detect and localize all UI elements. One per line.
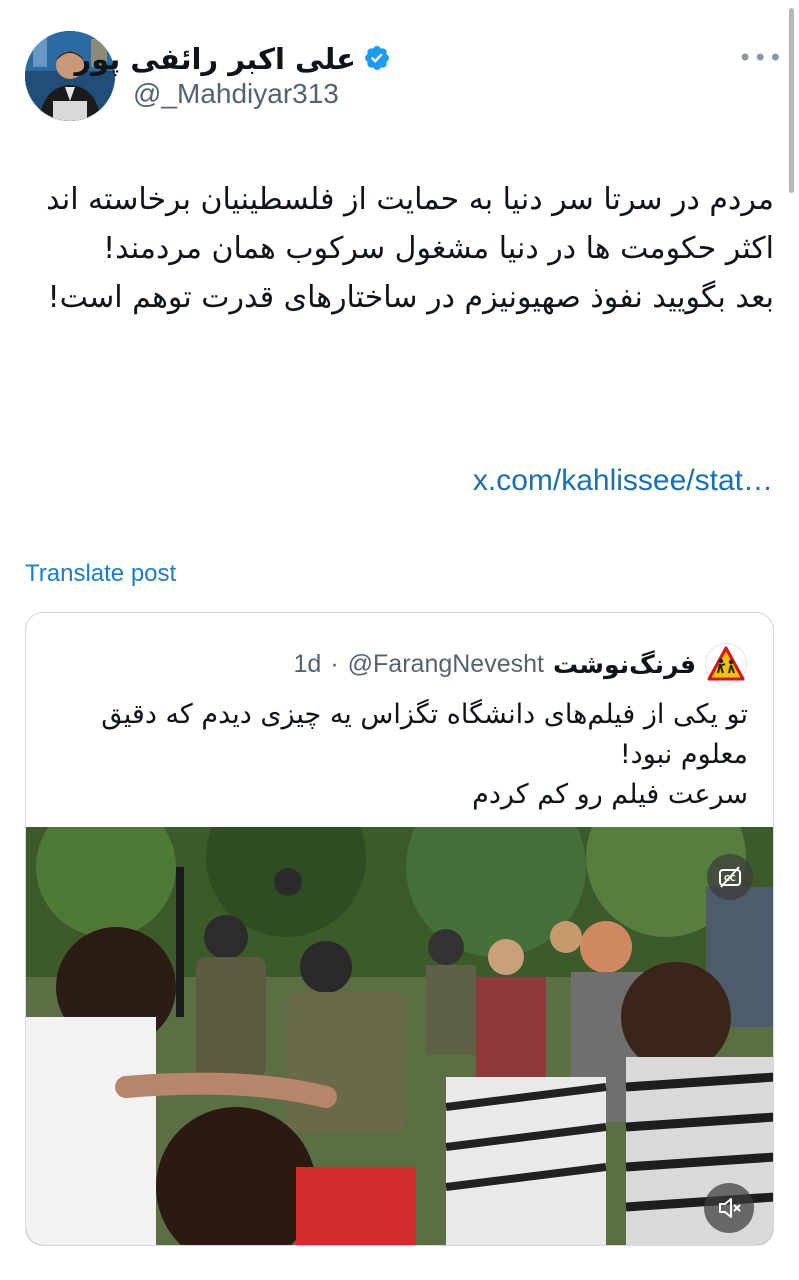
quoted-tweet-header: فرنگ‌نوشت @FarangNevesht · 1d <box>294 643 747 685</box>
more-options-icon[interactable]: ••• <box>738 44 783 72</box>
quoted-separator: · <box>330 649 339 678</box>
quoted-handle[interactable]: @FarangNevesht <box>348 650 544 679</box>
translate-post-button[interactable]: Translate post <box>25 560 176 588</box>
quoted-time[interactable]: 1d <box>294 650 322 679</box>
video-frame <box>26 827 773 1245</box>
quoted-avatar[interactable] <box>705 643 747 685</box>
warning-sign-icon <box>707 646 745 681</box>
tweet-text: مردم در سرتا سر دنیا به حمایت از فلسطینی… <box>46 182 774 315</box>
captions-off-icon[interactable]: CC <box>707 854 753 900</box>
quoted-tweet[interactable]: فرنگ‌نوشت @FarangNevesht · 1d تو یکی از … <box>25 612 774 1246</box>
author-display-name[interactable]: علی اکبر رائفی پور <box>75 42 356 76</box>
muted-speaker-icon[interactable] <box>704 1183 754 1233</box>
scrollbar[interactable] <box>789 8 794 193</box>
tweet-link[interactable]: x.com/kahlissee/stat… <box>473 464 773 498</box>
quoted-display-name[interactable]: فرنگ‌نوشت <box>553 650 696 679</box>
author-handle[interactable]: @_Mahdiyar313 <box>133 78 339 110</box>
quoted-text: تو یکی از فیلم‌های دانشگاه تگزاس یه چیزی… <box>101 699 748 810</box>
verified-badge-icon <box>365 46 389 70</box>
quoted-video[interactable]: CC <box>26 827 773 1245</box>
